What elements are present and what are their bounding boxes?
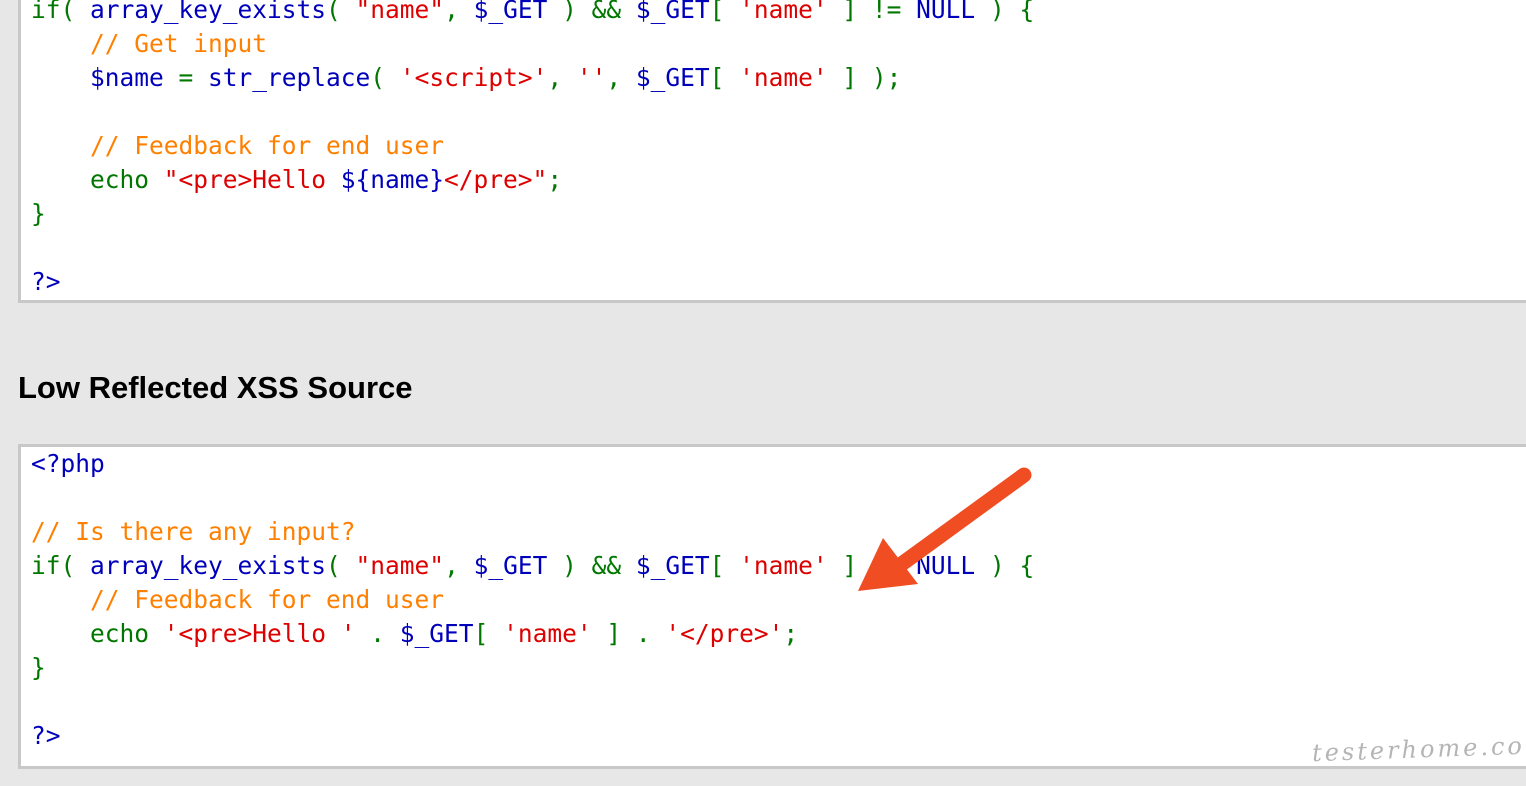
- code-token: '': [576, 63, 607, 92]
- code-line: if( array_key_exists( "name", $_GET ) &&…: [31, 0, 1034, 27]
- code-token: echo: [31, 165, 164, 194]
- code-token: }: [31, 653, 46, 682]
- code-token: ) &&: [562, 551, 636, 580]
- code-token: // Get input: [31, 29, 268, 58]
- code-token: array_key_exists: [90, 551, 327, 580]
- code-token: 'name': [739, 0, 843, 24]
- code-token: =: [178, 63, 209, 92]
- code-token: ,: [606, 63, 636, 92]
- code-line: <?php: [31, 447, 1034, 481]
- code-token: ?>: [31, 267, 61, 296]
- code-line: echo '<pre>Hello ' . $_GET[ 'name' ] . '…: [31, 617, 1034, 651]
- code-token: // Is there any input?: [31, 517, 356, 546]
- code-token: ) &&: [562, 0, 636, 24]
- code-low: <?php // Is there any input? if( array_key…: [31, 447, 1034, 753]
- code-line: ?>: [31, 265, 1034, 299]
- code-token: <?php: [31, 449, 105, 478]
- code-token: ,: [547, 63, 577, 92]
- code-token: ] );: [842, 63, 902, 92]
- code-top: if( array_key_exists( "name", $_GET ) &&…: [31, 0, 1034, 299]
- code-token: [: [709, 63, 740, 92]
- code-token: (: [326, 551, 356, 580]
- code-token: ] !=: [842, 0, 917, 24]
- code-line: $name = str_replace( '<script>', '', $_G…: [31, 61, 1034, 95]
- code-token: $_GET: [635, 551, 710, 580]
- code-token: array_key_exists: [90, 0, 327, 24]
- code-token: if(: [31, 551, 91, 580]
- code-line: }: [31, 651, 1034, 685]
- code-token: $_GET: [635, 63, 710, 92]
- code-token: 'name': [739, 551, 843, 580]
- code-token: $_GET: [399, 619, 474, 648]
- code-token: NULL: [916, 551, 990, 580]
- code-token: NULL: [916, 0, 990, 24]
- code-token: [: [473, 619, 504, 648]
- code-token: (: [370, 63, 400, 92]
- code-token: ) {: [989, 0, 1035, 24]
- code-line: // Feedback for end user: [31, 129, 1034, 163]
- code-token: $_GET: [473, 551, 563, 580]
- code-token: ] !=: [842, 551, 917, 580]
- code-token: ${name}: [340, 165, 445, 194]
- code-token: '<script>': [399, 63, 548, 92]
- code-token: ,: [444, 0, 474, 24]
- code-token: "name": [355, 0, 445, 24]
- code-token: if(: [31, 0, 91, 24]
- code-token: "name": [355, 551, 445, 580]
- code-token: ) {: [989, 551, 1035, 580]
- code-token: .: [370, 619, 400, 648]
- code-block-low: <?php // Is there any input? if( array_key…: [18, 444, 1526, 769]
- code-token: ;: [547, 165, 563, 194]
- code-line: echo "<pre>Hello ${name}</pre>";: [31, 163, 1034, 197]
- code-token: [: [709, 0, 740, 24]
- code-token: </pre>": [444, 165, 548, 194]
- code-token: '<pre>Hello ': [163, 619, 371, 648]
- code-token: ;: [783, 619, 799, 648]
- code-line: }: [31, 197, 1034, 231]
- code-token: (: [326, 0, 356, 24]
- code-token: ] .: [606, 619, 666, 648]
- code-line: ?>: [31, 719, 1034, 753]
- code-token: 'name': [739, 63, 843, 92]
- code-token: // Feedback for end user: [31, 131, 445, 160]
- section-title-low-reflected-xss-source: Low Reflected XSS Source: [18, 370, 413, 405]
- code-token: [: [709, 551, 740, 580]
- code-line: if( array_key_exists( "name", $_GET ) &&…: [31, 549, 1034, 583]
- code-token: ?>: [31, 721, 61, 750]
- code-token: }: [31, 199, 46, 228]
- code-token: $_GET: [635, 0, 710, 24]
- code-token: $name: [31, 63, 179, 92]
- code-token: ,: [444, 551, 474, 580]
- code-token: '</pre>': [665, 619, 784, 648]
- code-line: // Get input: [31, 27, 1034, 61]
- code-token: echo: [31, 619, 164, 648]
- code-line: // Feedback for end user: [31, 583, 1034, 617]
- code-token: 'name': [503, 619, 607, 648]
- code-block-top: if( array_key_exists( "name", $_GET ) &&…: [18, 0, 1526, 303]
- code-line: // Is there any input?: [31, 515, 1034, 549]
- code-token: $_GET: [473, 0, 563, 24]
- code-token: str_replace: [208, 63, 371, 92]
- code-token: // Feedback for end user: [31, 585, 445, 614]
- code-token: "<pre>Hello: [163, 165, 341, 194]
